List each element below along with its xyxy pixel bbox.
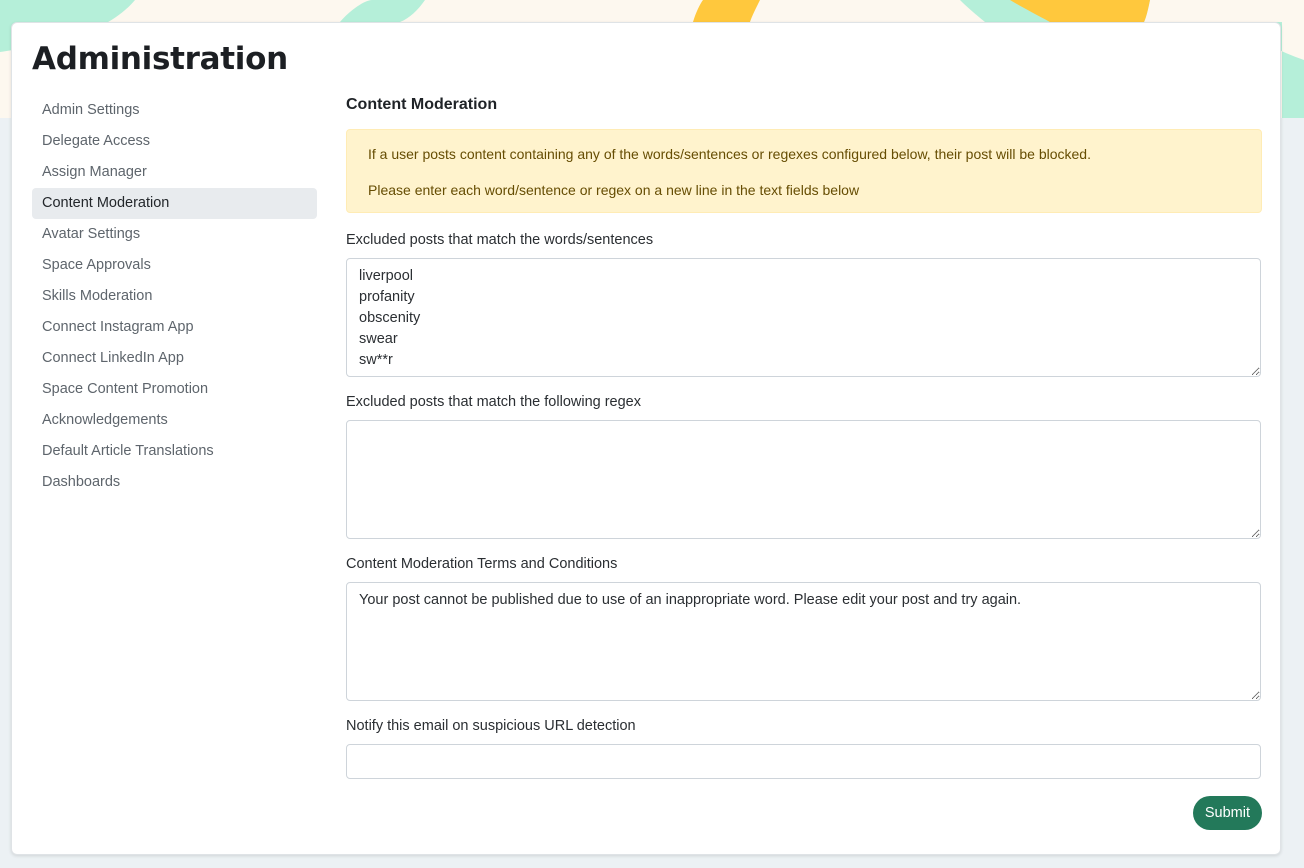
email-field-label: Notify this email on suspicious URL dete… (346, 718, 636, 734)
sidebar-item-connect-linkedin-app[interactable]: Connect LinkedIn App (32, 343, 317, 374)
regex-field-label: Excluded posts that match the following … (346, 394, 641, 410)
sidebar-item-space-content-promotion[interactable]: Space Content Promotion (32, 374, 317, 405)
sidebar-item-avatar-settings[interactable]: Avatar Settings (32, 219, 317, 250)
info-alert: If a user posts content containing any o… (346, 129, 1262, 213)
sidebar-item-content-moderation[interactable]: Content Moderation (32, 188, 317, 219)
sidebar-item-dashboards[interactable]: Dashboards (32, 467, 317, 498)
alert-line-instructions: Please enter each word/sentence or regex… (368, 182, 860, 198)
sidebar-item-delegate-access[interactable]: Delegate Access (32, 126, 317, 157)
sidebar-item-assign-manager[interactable]: Assign Manager (32, 157, 317, 188)
admin-sidebar: Admin Settings Delegate Access Assign Ma… (32, 95, 317, 498)
sidebar-item-admin-settings[interactable]: Admin Settings (32, 95, 317, 126)
terms-field-label: Content Moderation Terms and Conditions (346, 556, 618, 572)
admin-card: Administration Admin Settings Delegate A… (11, 22, 1281, 855)
section-title: Content Moderation (346, 96, 498, 113)
terms-conditions-textarea[interactable]: Your post cannot be published due to use… (346, 582, 1261, 701)
page-title: Administration (32, 41, 288, 77)
sidebar-item-default-article-translations[interactable]: Default Article Translations (32, 436, 317, 467)
submit-button[interactable]: Submit (1192, 796, 1262, 830)
sidebar-item-acknowledgements[interactable]: Acknowledgements (32, 405, 317, 436)
notify-email-input[interactable] (346, 744, 1261, 779)
content-moderation-panel: Content Moderation If a user posts conte… (346, 95, 1262, 830)
sidebar-item-space-approvals[interactable]: Space Approvals (32, 250, 317, 281)
sidebar-item-skills-moderation[interactable]: Skills Moderation (32, 281, 317, 312)
form-actions: Submit (346, 796, 1262, 830)
excluded-regex-textarea[interactable] (346, 420, 1261, 539)
words-field-label: Excluded posts that match the words/sent… (346, 232, 654, 248)
sidebar-item-connect-instagram-app[interactable]: Connect Instagram App (32, 312, 317, 343)
excluded-words-textarea[interactable]: liverpool profanity obscenity swear sw**… (346, 258, 1261, 377)
alert-line-blocked: If a user posts content containing any o… (368, 146, 1091, 162)
